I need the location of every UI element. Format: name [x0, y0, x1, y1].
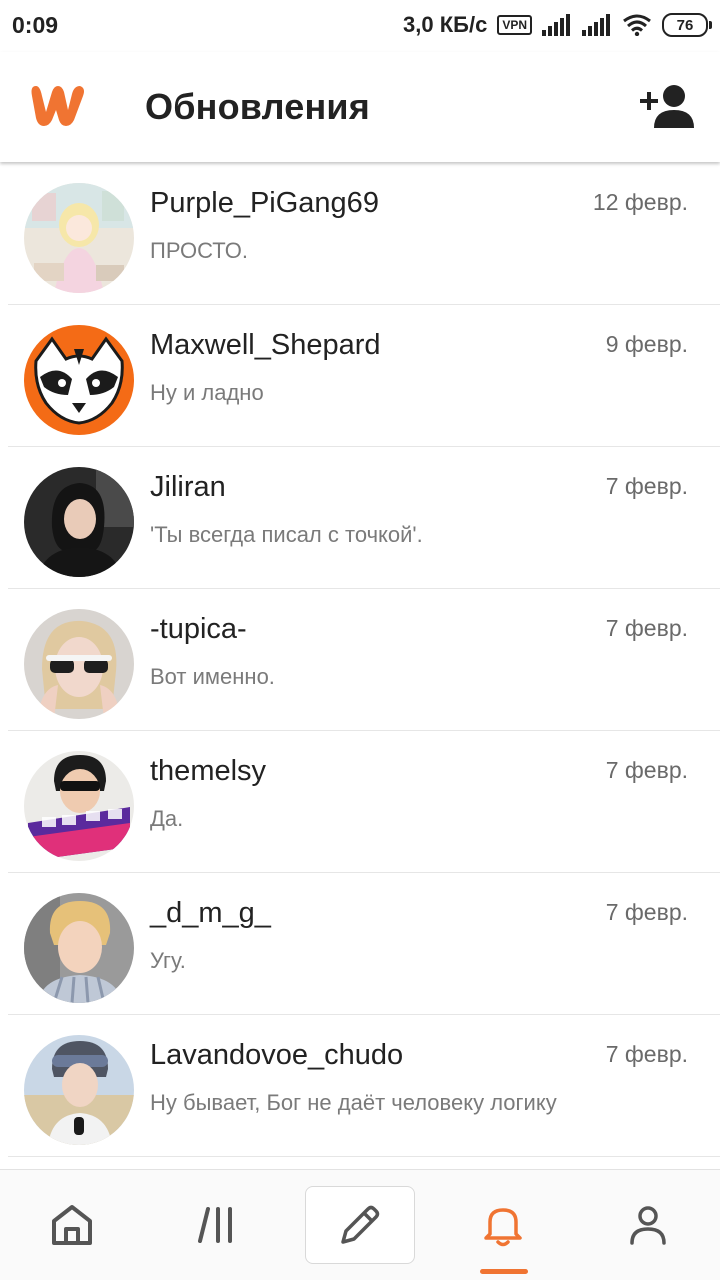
nav-library[interactable]	[163, 1186, 273, 1264]
avatar[interactable]	[24, 183, 134, 293]
message-item[interactable]: Purple_PiGang69 ПРОСТО. 12 февр.	[8, 163, 720, 305]
message-date: 7 февр.	[605, 757, 688, 783]
username: Maxwell_Shepard	[150, 329, 381, 361]
message-item[interactable]: _d_m_g_ Угу. 7 февр.	[8, 873, 720, 1015]
profile-icon	[630, 1206, 666, 1245]
page-title: Обновления	[145, 86, 370, 127]
username: _d_m_g_	[150, 897, 271, 929]
message-preview: Ну бывает, Бог не даёт человеку логику	[150, 1090, 557, 1115]
add-user-icon	[640, 85, 694, 128]
username: themelsy	[150, 755, 267, 787]
message-item[interactable]: themelsy Да. 7 февр.	[8, 731, 720, 873]
signal-icon	[542, 14, 570, 36]
message-preview: Угу.	[150, 948, 186, 973]
message-preview: Ну и ладно	[150, 380, 264, 405]
wifi-icon	[623, 14, 651, 36]
message-date: 7 февр.	[605, 1041, 688, 1067]
message-preview: ПРОСТО.	[150, 238, 248, 263]
library-icon	[198, 1207, 232, 1243]
message-date: 7 февр.	[605, 899, 688, 925]
vpn-badge: VPN	[497, 15, 532, 35]
avatar[interactable]	[24, 751, 134, 861]
message-item[interactable]: Jiliran 'Ты всегда писал с точкой'. 7 фе…	[8, 447, 720, 589]
wattpad-logo-icon[interactable]	[24, 82, 88, 128]
nav-notifications[interactable]	[448, 1186, 558, 1264]
nav-write[interactable]	[305, 1186, 415, 1264]
avatar[interactable]	[24, 893, 134, 1003]
avatar[interactable]	[24, 325, 134, 435]
avatar[interactable]	[24, 609, 134, 719]
network-speed: 3,0 КБ/с	[403, 12, 488, 37]
messages-list: Purple_PiGang69 ПРОСТО. 12 февр. Maxwell…	[0, 163, 720, 1157]
add-user-button[interactable]	[640, 82, 696, 130]
username: Jiliran	[150, 471, 226, 503]
nav-home[interactable]	[17, 1186, 127, 1264]
avatar[interactable]	[24, 1035, 134, 1145]
status-indicators: 3,0 КБ/с VPN 76	[403, 10, 712, 40]
message-date: 9 февр.	[605, 331, 688, 357]
home-icon	[52, 1205, 92, 1245]
username: -tupica-	[150, 613, 247, 645]
battery-indicator: 76	[662, 13, 712, 37]
message-preview: Да.	[150, 806, 184, 831]
message-date: 7 февр.	[605, 615, 688, 641]
message-preview: Вот именно.	[150, 664, 275, 689]
message-preview: 'Ты всегда писал с точкой'.	[150, 522, 423, 547]
app-header: Обновления	[0, 52, 720, 162]
bottom-nav	[0, 1169, 720, 1280]
bell-icon	[484, 1208, 522, 1247]
pencil-icon	[341, 1205, 380, 1244]
signal-icon-2	[582, 14, 610, 36]
message-date: 12 февр.	[592, 189, 688, 215]
message-date: 7 февр.	[605, 473, 688, 499]
message-item[interactable]: Maxwell_Shepard Ну и ладно 9 февр.	[8, 305, 720, 447]
active-tab-indicator	[480, 1269, 528, 1274]
avatar[interactable]	[24, 467, 134, 577]
status-time: 0:09	[12, 12, 59, 38]
username: Lavandovoe_chudo	[150, 1039, 404, 1071]
username: Purple_PiGang69	[150, 187, 379, 219]
nav-profile[interactable]	[593, 1186, 703, 1264]
status-bar: 0:09 3,0 КБ/с VPN 76	[0, 0, 720, 52]
message-item[interactable]: -tupica- Вот именно. 7 февр.	[8, 589, 720, 731]
message-item[interactable]: Lavandovoe_chudo Ну бывает, Бог не даёт …	[8, 1015, 720, 1157]
